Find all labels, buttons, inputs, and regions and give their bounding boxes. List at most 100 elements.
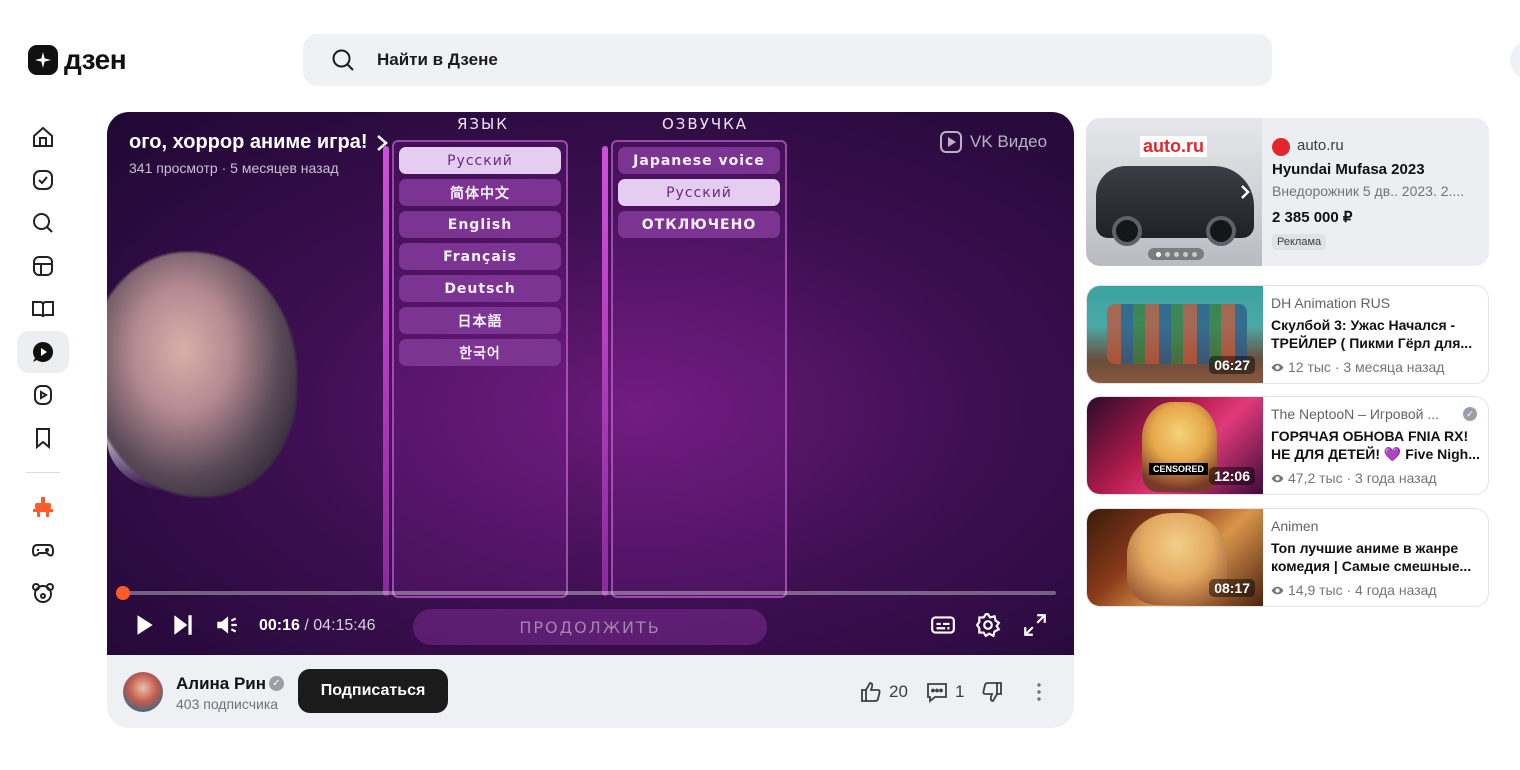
voice-heading: ОЗВУЧКА: [662, 115, 749, 133]
like-button[interactable]: 20: [859, 680, 908, 704]
ad-description: Внедорожник 5 дв.. 2023. 2....: [1272, 183, 1465, 199]
video-card: ого, хоррор аниме игра! 341 просмотр · 5…: [107, 112, 1074, 728]
subtitles-button[interactable]: [928, 610, 958, 640]
language-option: 한국어: [399, 339, 561, 366]
author-bar: Алина Рин ✓ 403 подписчика Подписаться 2…: [107, 655, 1074, 728]
video-stats: 12 тыс · 3 месяца назад: [1271, 359, 1444, 375]
author-name[interactable]: Алина Рин: [176, 674, 266, 694]
next-button[interactable]: [168, 610, 198, 640]
play-icon: [137, 615, 153, 635]
continue-option: ПРОДОЛЖИТЬ: [413, 609, 767, 645]
subscribe-button[interactable]: Подписаться: [298, 669, 448, 713]
voice-option: ОТКЛЮЧЕНО: [618, 211, 780, 238]
video-stats: 14,9 тыс · 4 года назад: [1271, 582, 1437, 598]
comments-button[interactable]: 1: [925, 680, 964, 704]
eye-icon: [1271, 363, 1284, 371]
language-option: 日本語: [399, 307, 561, 334]
play-button[interactable]: [129, 610, 159, 640]
verified-icon: ✓: [1463, 407, 1477, 421]
subtitles-icon: [931, 616, 955, 634]
sidebar-item-promo[interactable]: [17, 486, 69, 528]
ad-source: auto.ru: [1297, 137, 1344, 154]
sidebar-item-shorts[interactable]: [17, 374, 69, 416]
channel-name: DH Animation RUS: [1271, 295, 1391, 311]
video-title[interactable]: ого, хоррор аниме игра!: [129, 131, 367, 154]
channel-name: The NeptooN – Игровой ...: [1271, 406, 1440, 422]
vk-video-icon: [940, 131, 962, 153]
thumbnail-character: [1142, 402, 1217, 492]
sidebar-item-subscriptions[interactable]: [17, 159, 69, 201]
home-icon: [33, 126, 53, 147]
video-stats: 47,2 тыс · 3 года назад: [1271, 470, 1437, 486]
thumbs-down-icon: [982, 682, 1002, 702]
volume-button[interactable]: [212, 610, 242, 640]
ad-price: 2 385 000 ₽: [1272, 209, 1353, 226]
chevron-right-icon[interactable]: [1238, 184, 1252, 200]
next-icon: [174, 615, 192, 635]
logo-text: дзен: [64, 44, 127, 75]
streamer-webcam: [107, 252, 297, 497]
dzen-logo-icon: [28, 45, 58, 75]
recommendation-card[interactable]: CENSORED 12:06 The NeptooN – Игровой ...…: [1086, 396, 1489, 495]
subscriber-count: 403 подписчика: [176, 696, 279, 712]
sidebar-divider: [26, 472, 60, 473]
progress-track[interactable]: [122, 591, 1056, 595]
volume-icon: [217, 616, 237, 634]
video-duration: 06:27: [1209, 356, 1255, 374]
sidebar-item-search[interactable]: [17, 202, 69, 244]
fullscreen-button[interactable]: [1020, 610, 1050, 640]
recommendation-card[interactable]: 08:17 Animen Топ лучшие аниме в жанре ко…: [1086, 508, 1489, 607]
fullscreen-icon: [1024, 614, 1046, 636]
voice-option: Japanese voice: [618, 147, 780, 174]
sidebar-item-videos[interactable]: [17, 331, 69, 373]
language-panel: Русский 简体中文 English Français Deutsch 日本語 한국어: [392, 140, 568, 598]
avatar[interactable]: [123, 672, 163, 712]
profile-button[interactable]: [1510, 40, 1520, 80]
sidebar-item-games[interactable]: [17, 529, 69, 571]
ad-card[interactable]: auto.ru auto.ru Hyundai Mufasa 2023 Внед…: [1086, 118, 1489, 266]
sidebar-item-home[interactable]: [17, 116, 69, 158]
menu-pillar: [602, 146, 608, 596]
sidebar-item-bookmarks[interactable]: [17, 417, 69, 459]
eye-icon: [1271, 474, 1284, 482]
duration: 04:15:46: [313, 617, 376, 634]
ad-image: auto.ru: [1086, 118, 1262, 266]
video-meta: 341 просмотр · 5 месяцев назад: [129, 160, 339, 176]
sidebar-item-kids[interactable]: [17, 572, 69, 614]
gear-icon: [975, 613, 1001, 638]
bear-icon: [32, 583, 54, 603]
recommendation-card[interactable]: 06:27 DH Animation RUS Скулбой 3: Ужас Н…: [1086, 285, 1489, 384]
dislike-button[interactable]: [980, 680, 1004, 704]
sidebar-item-showcase[interactable]: [17, 245, 69, 287]
comment-count: 1: [955, 682, 965, 701]
settings-button[interactable]: [973, 610, 1003, 640]
search-input[interactable]: Найти в Дзене: [377, 50, 498, 70]
promo-icon: [33, 497, 53, 517]
language-option: Français: [399, 243, 561, 270]
comment-icon: [927, 683, 947, 703]
language-option: 简体中文: [399, 179, 561, 206]
book-icon: [32, 301, 54, 318]
showcase-icon: [33, 256, 53, 276]
provider-label: VK Видео: [970, 132, 1048, 151]
carousel-dots[interactable]: [1148, 248, 1204, 260]
shorts-icon: [34, 385, 52, 405]
language-option: Русский: [399, 147, 561, 174]
language-option: English: [399, 211, 561, 238]
video-thumbnail: 06:27: [1087, 286, 1263, 383]
logo[interactable]: дзен: [28, 44, 127, 76]
bookmark-icon: [36, 428, 50, 450]
voice-panel: Japanese voice Русский ОТКЛЮЧЕНО: [611, 140, 787, 598]
auto-ru-logo-icon: [1272, 138, 1290, 156]
video-player[interactable]: ого, хоррор аниме игра! 341 просмотр · 5…: [107, 112, 1074, 655]
ad-title: Hyundai Mufasa 2023: [1272, 161, 1425, 178]
more-button[interactable]: [1027, 680, 1051, 704]
progress-knob[interactable]: [115, 586, 130, 600]
search-bar[interactable]: Найти в Дзене: [303, 34, 1272, 86]
vk-video-badge: VK Видео: [940, 131, 1047, 153]
sidebar-item-articles[interactable]: [17, 288, 69, 330]
video-duration: 08:17: [1209, 579, 1255, 597]
video-duration: 12:06: [1209, 467, 1255, 485]
video-title: Топ лучшие аниме в жанре комедия | Самые…: [1271, 540, 1472, 574]
thumbs-up-icon: [861, 682, 881, 702]
